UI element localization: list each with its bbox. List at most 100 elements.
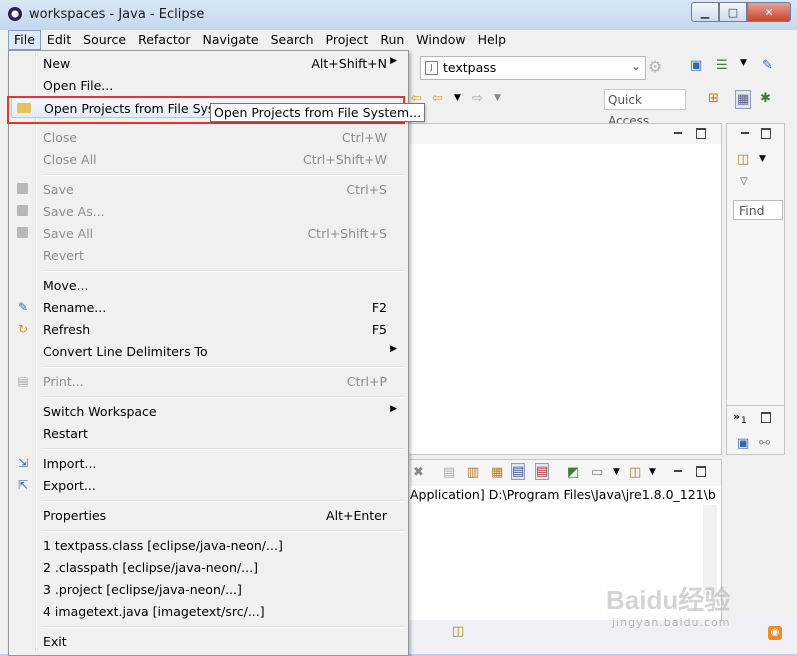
- menu-refactor[interactable]: Refactor: [132, 30, 196, 50]
- show-stderr-icon[interactable]: ▤: [535, 463, 550, 480]
- menu-item-label: Properties: [43, 508, 107, 523]
- close-button[interactable]: ✕: [747, 2, 791, 22]
- menu-item-close[interactable]: Close Ctrl+W: [11, 126, 405, 148]
- minimize-icon[interactable]: [674, 132, 682, 134]
- eclipse-logo-icon: [8, 7, 22, 21]
- window-title: workspaces - Java - Eclipse: [29, 7, 205, 22]
- menu-item-recent-1[interactable]: 1 textpass.class [eclipse/java-neon/...]: [11, 534, 405, 556]
- menu-item-save-as[interactable]: Save As...: [11, 200, 405, 222]
- launch-config-combo[interactable]: J textpass ⌄: [420, 56, 646, 80]
- pin-icon[interactable]: ✎: [762, 58, 773, 73]
- gear-icon[interactable]: ⚙: [648, 57, 662, 76]
- save-as-icon: [15, 204, 31, 218]
- view-menu-icon[interactable]: ▽: [740, 176, 748, 187]
- menu-file[interactable]: File: [8, 30, 41, 50]
- menu-item-open-file[interactable]: Open File...: [11, 74, 405, 96]
- rss-icon[interactable]: ◉: [768, 626, 782, 640]
- menu-item-refresh[interactable]: ↻ Refresh F5: [11, 318, 405, 340]
- clear-console-icon[interactable]: ▤: [443, 465, 455, 480]
- pin-console-icon[interactable]: ◩: [567, 465, 579, 480]
- menu-item-rename[interactable]: ✎ Rename... F2: [11, 296, 405, 318]
- menu-item-restart[interactable]: Restart: [11, 422, 405, 444]
- chevron-down-icon[interactable]: ▼: [759, 154, 766, 164]
- chevron-down-icon[interactable]: ▼: [613, 467, 620, 477]
- menu-search[interactable]: Search: [265, 30, 320, 50]
- forward-arrow-icon[interactable]: ⇨: [472, 91, 483, 106]
- maximize-button[interactable]: □: [719, 2, 747, 22]
- menu-project[interactable]: Project: [320, 30, 375, 50]
- menu-item-label: Close: [43, 130, 78, 145]
- maximize-icon[interactable]: [761, 412, 771, 423]
- maximize-icon[interactable]: [761, 128, 771, 139]
- menu-item-move[interactable]: Move...: [11, 274, 405, 296]
- menu-item-save-all[interactable]: Save All Ctrl+Shift+S: [11, 222, 405, 244]
- editor-area: [408, 123, 722, 455]
- word-wrap-icon[interactable]: ▦: [491, 465, 503, 480]
- maximize-icon[interactable]: [696, 128, 706, 139]
- menu-item-revert[interactable]: Revert: [11, 244, 405, 266]
- open-perspective-icon[interactable]: ⊞: [708, 91, 719, 106]
- save-all-icon: [15, 226, 31, 240]
- menu-item-label: 3 .project [eclipse/java-neon/...]: [43, 582, 242, 597]
- show-stdout-icon[interactable]: ▤: [511, 463, 526, 480]
- menu-separator: [41, 396, 403, 398]
- quick-access-input[interactable]: Quick Access: [604, 89, 686, 128]
- secondary-toolbar: ⇦ ⇦ ▼ ⇨ ▼ Quick Access ⊞ ▦ ✱: [408, 88, 797, 128]
- menu-item-switch-workspace[interactable]: Switch Workspace ▶: [11, 400, 405, 422]
- export-icon: ⇱: [17, 478, 29, 492]
- hierarchy-icon[interactable]: ⚯: [759, 436, 770, 451]
- java-perspective-icon[interactable]: ▦: [735, 90, 752, 109]
- menu-item-label: Restart: [43, 426, 88, 441]
- menu-item-recent-4[interactable]: 4 imagetext.java [imagetext/src/...]: [11, 600, 405, 622]
- menu-item-convert-line-delimiters[interactable]: Convert Line Delimiters To ▶: [11, 340, 405, 362]
- menu-item-recent-3[interactable]: 3 .project [eclipse/java-neon/...]: [11, 578, 405, 600]
- console-view-icon[interactable]: ▣: [737, 436, 749, 451]
- menu-navigate[interactable]: Navigate: [197, 30, 265, 50]
- menu-item-recent-2[interactable]: 2 .classpath [eclipse/java-neon/...]: [11, 556, 405, 578]
- print-icon: ▤: [17, 374, 29, 388]
- menu-item-save[interactable]: Save Ctrl+S: [11, 178, 405, 200]
- find-input[interactable]: Find: [733, 200, 783, 220]
- minimize-icon[interactable]: [741, 132, 749, 134]
- menu-item-exit[interactable]: Exit: [11, 630, 405, 652]
- rename-icon: ✎: [17, 300, 29, 314]
- menu-window[interactable]: Window: [410, 30, 471, 50]
- menu-edit[interactable]: Edit: [41, 30, 77, 50]
- chevron-right-icon[interactable]: »: [733, 410, 740, 423]
- task-list-icon[interactable]: ☰: [716, 58, 728, 73]
- submenu-arrow-icon: ▶: [390, 56, 397, 66]
- menu-item-export[interactable]: ⇱ Export...: [11, 474, 405, 496]
- menu-separator: [41, 530, 403, 532]
- monitor-icon[interactable]: ▣: [690, 58, 702, 73]
- menu-item-shortcut: Ctrl+W: [341, 130, 387, 145]
- menu-item-print[interactable]: ▤ Print... Ctrl+P: [11, 370, 405, 392]
- menu-item-import[interactable]: ⇲ Import...: [11, 452, 405, 474]
- remove-launch-icon[interactable]: ✖: [413, 465, 424, 480]
- menu-item-new[interactable]: New Alt+Shift+N ▶: [11, 52, 405, 74]
- back-arrow-icon[interactable]: ⇦: [432, 91, 443, 106]
- chevron-down-icon[interactable]: ▼: [494, 93, 501, 103]
- menu-item-label: Revert: [43, 248, 84, 263]
- chevron-down-icon[interactable]: ▼: [740, 58, 747, 68]
- menu-item-close-all[interactable]: Close All Ctrl+Shift+W: [11, 148, 405, 170]
- chevron-down-icon[interactable]: ⌄: [631, 59, 641, 73]
- refresh-icon: ↻: [17, 322, 29, 336]
- maximize-icon[interactable]: [696, 466, 706, 477]
- launch-status-icon[interactable]: ◫: [452, 624, 464, 639]
- menu-item-properties[interactable]: Properties Alt+Enter: [11, 504, 405, 526]
- menu-run[interactable]: Run: [374, 30, 410, 50]
- menu-help[interactable]: Help: [472, 30, 513, 50]
- chevron-down-icon[interactable]: ▼: [454, 93, 461, 103]
- minimize-button[interactable]: ▁: [691, 2, 719, 22]
- menu-source[interactable]: Source: [77, 30, 132, 50]
- debug-perspective-icon[interactable]: ✱: [760, 91, 771, 106]
- console-header-text: Application] D:\Program Files\Java\jre1.…: [410, 487, 716, 502]
- new-task-icon[interactable]: ◫: [737, 152, 749, 167]
- window-controls: ▁ □ ✕: [691, 2, 791, 22]
- minimize-icon[interactable]: [674, 470, 682, 472]
- display-console-icon[interactable]: ▭: [591, 465, 603, 480]
- open-console-icon[interactable]: ◫: [629, 465, 641, 480]
- menu-separator: [41, 174, 403, 176]
- chevron-down-icon[interactable]: ▼: [649, 467, 656, 477]
- scroll-lock-icon[interactable]: ▥: [467, 465, 479, 480]
